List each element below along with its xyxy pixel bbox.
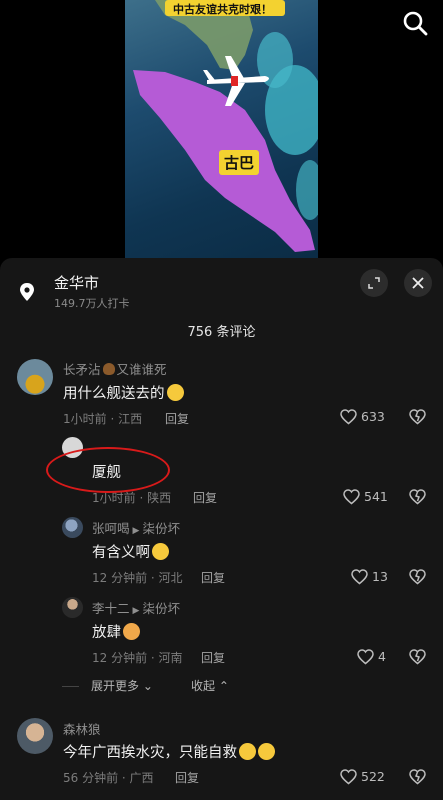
- highlight-ring-annotation: [46, 447, 170, 493]
- reply-button[interactable]: 回复: [175, 769, 199, 786]
- username-text: 长矛沾: [63, 362, 101, 377]
- video-frame-map: 中古友谊共克时艰！ 古巴: [125, 0, 318, 258]
- collapse-button[interactable]: 收起 ⌃: [191, 677, 229, 694]
- like-button[interactable]: 633: [340, 408, 400, 426]
- chevron-down-icon: ⌄: [139, 679, 153, 693]
- collapse-label: 收起: [191, 679, 216, 693]
- dislike-broken-heart-icon[interactable]: [409, 489, 426, 505]
- reply-button[interactable]: 回复: [193, 489, 217, 506]
- thread-divider: [62, 686, 79, 687]
- close-icon: [412, 277, 424, 289]
- comment-username[interactable]: 森林狼: [63, 719, 101, 738]
- comment-username[interactable]: 张呵喝 ▶ 柒份坏: [92, 518, 180, 537]
- avatar[interactable]: [62, 597, 83, 618]
- emoji-icon: [123, 623, 140, 640]
- laugh-cry-emoji-icon: [258, 743, 275, 760]
- comment-text: 今年广西挨水灾，只能自救: [63, 741, 275, 762]
- comment-username[interactable]: 长矛沾 又谁谁死: [63, 359, 167, 378]
- like-button[interactable]: 522: [340, 768, 400, 786]
- username-text: 张呵喝: [92, 521, 130, 536]
- dislike-broken-heart-icon[interactable]: [409, 769, 426, 785]
- heart-icon: [343, 489, 360, 505]
- comment-meta: 12 分钟前 · 河北: [92, 571, 183, 585]
- comment-text: 放肆: [92, 621, 140, 642]
- video-player[interactable]: 中古友谊共克时艰！ 古巴: [0, 0, 443, 258]
- comment-meta: 12 分钟前 · 河南: [92, 651, 183, 665]
- comment-text: 用什么舰送去的: [63, 382, 184, 403]
- expand-button[interactable]: [360, 269, 388, 297]
- reply-button[interactable]: 回复: [165, 410, 189, 427]
- expand-icon: [368, 277, 380, 289]
- reply-arrow-icon: ▶: [132, 606, 140, 616]
- video-banner-text: 中古友谊共克时艰！: [173, 3, 272, 16]
- heart-icon: [340, 409, 357, 425]
- dislike-broken-heart-icon[interactable]: [409, 649, 426, 665]
- avatar[interactable]: [17, 359, 53, 395]
- username-suffix: 又谁谁死: [116, 362, 167, 377]
- close-button[interactable]: [404, 269, 432, 297]
- heart-icon: [340, 769, 357, 785]
- reply-to-username[interactable]: 柒份坏: [142, 521, 180, 536]
- comment-count: 756 条评论: [187, 325, 256, 340]
- like-count: 4: [378, 649, 386, 664]
- chevron-up-icon: ⌃: [215, 679, 229, 693]
- like-button[interactable]: 541: [343, 488, 403, 506]
- reply-arrow-icon: ▶: [132, 526, 140, 536]
- poop-emoji-icon: [102, 363, 115, 375]
- search-icon[interactable]: [402, 10, 428, 36]
- avatar[interactable]: [62, 517, 83, 538]
- comment-meta: 56 分钟前 · 广西: [63, 771, 154, 785]
- like-button[interactable]: 13: [351, 568, 411, 586]
- comment-text-content: 用什么舰送去的: [63, 386, 165, 402]
- like-count: 633: [361, 409, 385, 424]
- username-text: 李十二: [92, 601, 130, 616]
- dislike-broken-heart-icon[interactable]: [409, 569, 426, 585]
- like-count: 541: [364, 489, 388, 504]
- comment-username[interactable]: 李十二 ▶ 柒份坏: [92, 598, 180, 617]
- location-pin-icon: [20, 283, 34, 301]
- like-button[interactable]: 4: [357, 648, 417, 666]
- reply-button[interactable]: 回复: [201, 569, 225, 586]
- location-name[interactable]: 金华市: [54, 272, 99, 293]
- reply-to-username[interactable]: 柒份坏: [142, 601, 180, 616]
- avatar[interactable]: [17, 718, 53, 754]
- map-label-cuba: 古巴: [219, 150, 260, 175]
- like-count: 522: [361, 769, 385, 784]
- comment-text-content: 今年广西挨水灾，只能自救: [63, 745, 237, 761]
- expand-more-label: 展开更多: [91, 679, 140, 693]
- heart-icon: [357, 649, 374, 665]
- comment-text-content: 放肆: [92, 625, 121, 641]
- heart-icon: [351, 569, 368, 585]
- laugh-cry-emoji-icon: [152, 543, 169, 560]
- like-count: 13: [372, 569, 388, 584]
- laugh-cry-emoji-icon: [239, 743, 256, 760]
- comment-text-content: 有含义啊: [92, 545, 150, 561]
- dislike-broken-heart-icon[interactable]: [409, 409, 426, 425]
- thinking-emoji-icon: [166, 384, 184, 401]
- reply-button[interactable]: 回复: [201, 649, 225, 666]
- comment-text: 有含义啊: [92, 541, 169, 562]
- location-checkins: 149.7万人打卡: [54, 297, 130, 310]
- comment-meta: 1小时前 · 江西: [63, 412, 143, 426]
- expand-more-button[interactable]: 展开更多 ⌄: [91, 677, 153, 694]
